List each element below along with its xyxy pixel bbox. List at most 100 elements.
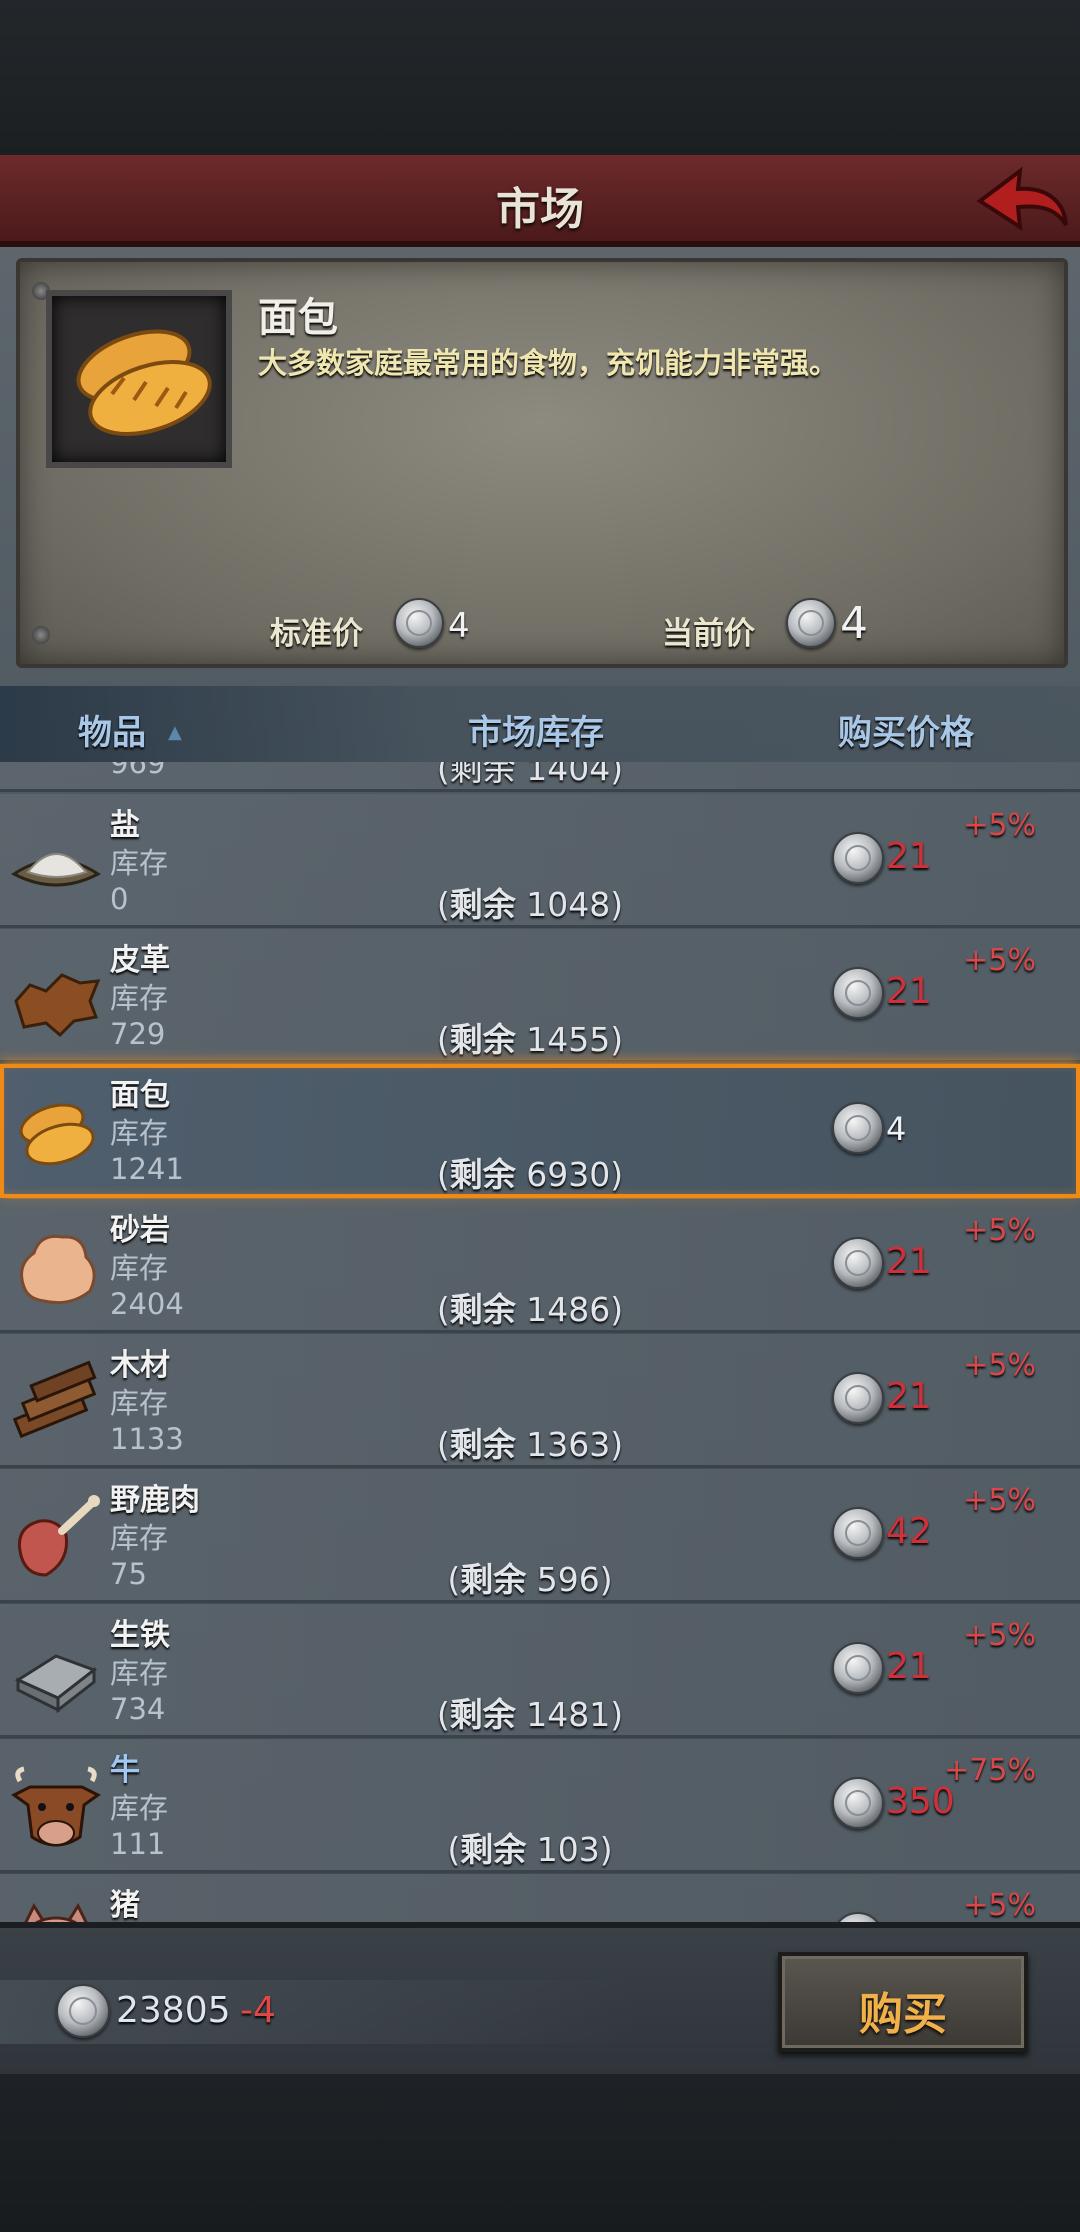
market-remaining: (剩余 1481) <box>436 1695 624 1734</box>
buy-price: 21 <box>886 1241 932 1282</box>
bread-icon <box>76 329 212 436</box>
market-remaining: (剩余 1455) <box>436 1020 624 1059</box>
silver-coin-icon <box>832 1237 884 1289</box>
item-name: 野鹿肉 <box>110 1483 200 1518</box>
price-change: +5% <box>963 1348 1036 1383</box>
buy-button-label: 购买 <box>859 1989 947 2040</box>
item-name: 面包 <box>258 295 338 341</box>
page-title: 市场 <box>496 184 584 235</box>
silver-coin-icon <box>832 1507 884 1559</box>
market-remaining: (剩余 103) <box>447 1830 613 1869</box>
market-remaining: (剩余 6930) <box>436 1155 624 1194</box>
stock-label: 库存 <box>110 1656 169 1690</box>
remain-value: 1481 <box>526 1695 611 1734</box>
remain-word: 剩余 <box>449 885 516 924</box>
list-item[interactable]: 生铁 库存 734 (剩余 1481) 21 +5% <box>0 1604 1080 1738</box>
item-name: 盐 <box>110 808 140 843</box>
list-item[interactable]: 砂岩 库存 2404 (剩余 1486) 21 +5% <box>0 1199 1080 1333</box>
silver-coin-icon <box>832 967 884 1019</box>
silver-coin-icon <box>786 598 836 648</box>
remain-value: 1455 <box>526 1020 611 1059</box>
item-name: 砂岩 <box>110 1213 170 1248</box>
money-amount: 23805 <box>116 1990 231 2031</box>
remain-word: 剩余 <box>460 1830 527 1869</box>
rivet-icon <box>32 626 50 644</box>
price-change: +5% <box>963 1213 1036 1248</box>
remain-word: 剩余 <box>449 1425 516 1464</box>
item-image-frame <box>46 290 232 468</box>
market-remaining: (剩余 1363) <box>436 1425 624 1464</box>
silver-coin-icon <box>394 598 444 648</box>
silver-coin-icon <box>832 1102 884 1154</box>
buy-price: 21 <box>886 1646 932 1687</box>
stock-label: 库存 <box>110 981 169 1015</box>
column-buy-price[interactable]: 购买价格 <box>838 705 974 754</box>
stock-label: 库存 <box>110 1386 169 1420</box>
buy-price: 4 <box>886 1110 907 1148</box>
stock-label: 库存 <box>110 846 169 880</box>
list-item[interactable]: 盐 库存 0 (剩余 1048) 21 +5% <box>0 794 1080 928</box>
item-name: 皮革 <box>110 943 170 978</box>
price-change: +5% <box>963 1618 1036 1653</box>
remain-value: 1048 <box>526 885 611 924</box>
market-remaining: (剩余 1048) <box>436 885 624 924</box>
remain-value: 1363 <box>526 1425 611 1464</box>
money-delta: -4 <box>240 1990 276 2031</box>
back-button[interactable] <box>972 161 1072 241</box>
list-item[interactable]: 牛 库存 111 (剩余 103) 350 +75% <box>0 1739 1080 1873</box>
stock-label: 库存 <box>110 1791 169 1825</box>
silver-coin-icon <box>832 1912 884 1922</box>
standard-price-value: 4 <box>448 606 470 646</box>
list-item-partial[interactable]: 969 (剩余 1404) <box>0 762 1080 792</box>
remain-word: 剩余 <box>460 1560 527 1599</box>
navigation-area <box>0 2074 1080 2232</box>
price-change: +5% <box>963 808 1036 843</box>
sort-ascending-icon[interactable]: ▲ <box>168 722 182 743</box>
item-name: 牛 <box>110 1753 140 1788</box>
pig-icon <box>24 1902 88 1922</box>
list-item[interactable]: 木材 库存 1133 (剩余 1363) 21 +5% <box>0 1334 1080 1468</box>
remain-value: 596 <box>536 1560 600 1599</box>
item-name: 猪 <box>110 1888 140 1922</box>
silver-coin-icon <box>832 1777 884 1829</box>
price-change: +5% <box>963 1483 1036 1518</box>
remain-word: 剩余 <box>449 1695 516 1734</box>
price-change: +5% <box>963 943 1036 978</box>
remain-value: 1486 <box>526 1290 611 1329</box>
list-item[interactable]: 皮革 库存 729 (剩余 1455) 21 +5% <box>0 929 1080 1063</box>
buy-price: 21 <box>886 971 932 1012</box>
remain-word: 剩余 <box>449 1020 516 1059</box>
remain-value: (剩余 1404) <box>436 762 624 788</box>
item-list[interactable]: 969 (剩余 1404) 盐 库存 0 (剩余 1048) 21 +5% 皮革… <box>0 762 1080 1922</box>
list-item[interactable]: 野鹿肉 库存 75 (剩余 596) 42 +5% <box>0 1469 1080 1603</box>
stock-label: 库存 <box>110 1521 169 1555</box>
title-bar: 市场 <box>0 155 1080 247</box>
silver-coin-icon <box>832 1372 884 1424</box>
list-item-selected[interactable]: 面包 库存 1241 (剩余 6930) 4 <box>0 1064 1080 1198</box>
buy-button[interactable]: 购买 <box>778 1952 1028 2052</box>
column-market-stock[interactable]: 市场库存 <box>468 705 604 754</box>
item-name: 面包 <box>110 1078 170 1113</box>
stock-label: 库存 <box>110 1251 169 1285</box>
list-item[interactable]: 猪 +5% <box>0 1874 1080 1922</box>
market-remaining: (剩余 1486) <box>436 1290 624 1329</box>
silver-coin-icon <box>832 832 884 884</box>
status-bar-area <box>0 0 1080 155</box>
silver-coin-icon <box>56 1984 110 2038</box>
buy-price: 21 <box>886 836 932 877</box>
buy-price: 21 <box>886 1376 932 1417</box>
current-price-label: 当前价 <box>662 616 755 652</box>
back-arrow-icon <box>976 166 1068 231</box>
silver-coin-icon <box>832 1642 884 1694</box>
buy-price: 42 <box>886 1511 932 1552</box>
price-change: +5% <box>963 1888 1036 1922</box>
remain-value: 6930 <box>526 1155 611 1194</box>
market-remaining: (剩余 596) <box>447 1560 613 1599</box>
item-description: 大多数家庭最常用的食物，充饥能力非常强。 <box>258 346 839 380</box>
item-name: 生铁 <box>110 1618 170 1653</box>
price-change: +75% <box>944 1753 1036 1788</box>
column-item[interactable]: 物品 <box>78 705 146 754</box>
standard-price-label: 标准价 <box>270 616 363 652</box>
current-price-value: 4 <box>840 598 868 649</box>
remain-value: 103 <box>536 1830 600 1869</box>
